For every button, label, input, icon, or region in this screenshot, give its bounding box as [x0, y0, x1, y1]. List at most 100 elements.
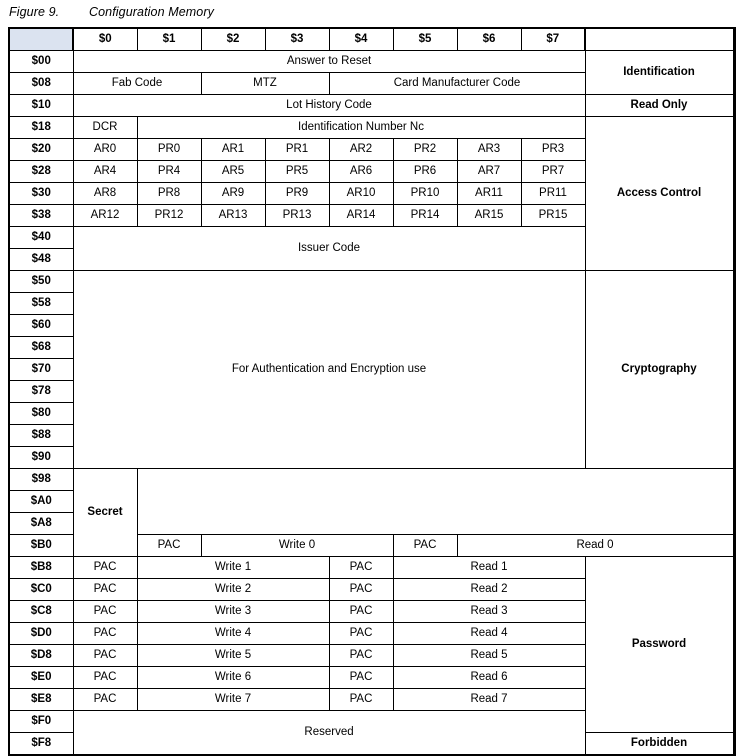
data-cell: Write 0	[200, 534, 394, 557]
address-cell-D8: $D8	[8, 644, 74, 667]
data-cell: AR13	[200, 204, 266, 227]
data-cell: PR7	[520, 160, 586, 183]
address-cell-40: $40	[8, 226, 74, 249]
address-cell-98: $98	[8, 468, 74, 491]
data-cell: Read 2	[392, 578, 586, 601]
figure-number: Figure 9.	[9, 5, 60, 19]
figure-title: Configuration Memory	[89, 5, 214, 19]
address-cell-70: $70	[8, 358, 74, 381]
data-cell: AR7	[456, 160, 522, 183]
address-cell-78: $78	[8, 380, 74, 403]
address-cell-00: $00	[8, 50, 74, 73]
data-cell: PAC	[72, 578, 138, 601]
address-cell-90: $90	[8, 446, 74, 469]
address-cell-88: $88	[8, 424, 74, 447]
address-cell-80: $80	[8, 402, 74, 425]
address-cell-A8: $A8	[8, 512, 74, 535]
column-header-byte-5: $5	[392, 27, 458, 51]
data-cell: AR10	[328, 182, 394, 205]
header-corner-cell	[8, 27, 74, 51]
data-cell: Write 2	[136, 578, 330, 601]
address-cell-C0: $C0	[8, 578, 74, 601]
data-cell: PR2	[392, 138, 458, 161]
address-cell-10: $10	[8, 94, 74, 117]
data-cell: AR6	[328, 160, 394, 183]
address-cell-B8: $B8	[8, 556, 74, 579]
data-cell: AR4	[72, 160, 138, 183]
table-row: $98 Secret	[8, 468, 735, 557]
data-cell: For Authentication and Encryption use	[732, 446, 736, 535]
data-cell: Read 6	[392, 666, 586, 689]
table-row: $50 For Authentication and Encryption use…	[8, 270, 735, 469]
data-cell: PR3	[520, 138, 586, 161]
data-cell: PR4	[136, 160, 202, 183]
table-row: $00 Answer to Reset Identification	[8, 50, 735, 95]
data-cell: PR11	[520, 182, 586, 205]
data-cell: Issuer Code	[72, 226, 586, 271]
data-cell: PAC	[328, 556, 394, 579]
data-cell: MTZ	[200, 72, 330, 95]
column-header-byte-6: $6	[456, 27, 522, 51]
address-cell-C8: $C8	[8, 600, 74, 623]
data-cell: PR6	[392, 160, 458, 183]
column-header-byte-0: $0	[72, 27, 138, 51]
address-cell-E8: $E8	[8, 688, 74, 711]
zone-label-cryptography: Cryptography	[584, 270, 734, 469]
data-cell: PR5	[264, 160, 330, 183]
data-cell: PAC	[328, 622, 394, 645]
zone-label-read-only: Read Only	[584, 94, 734, 117]
address-cell-F0: $F0	[8, 710, 74, 733]
data-cell: PR15	[520, 204, 586, 227]
address-cell-38: $38	[8, 204, 74, 227]
data-cell: Write 3	[136, 600, 330, 623]
address-cell-28: $28	[8, 160, 74, 183]
data-cell: Write 5	[136, 644, 330, 667]
data-cell: PAC	[328, 600, 394, 623]
address-cell-60: $60	[8, 314, 74, 337]
column-header-byte-3: $3	[264, 27, 330, 51]
column-header-byte-2: $2	[200, 27, 266, 51]
address-cell-D0: $D0	[8, 622, 74, 645]
data-cell: Write 6	[136, 666, 330, 689]
data-cell: Identification Number Nc	[136, 116, 586, 139]
data-cell: PR12	[136, 204, 202, 227]
data-cell: PR9	[264, 182, 330, 205]
data-cell: PAC	[328, 688, 394, 711]
configuration-memory-table: $0 $1 $2 $3 $4 $5 $6 $7 $00 Answer to Reset Identi…	[8, 27, 736, 756]
data-cell: DCR	[72, 116, 138, 139]
data-cell: AR3	[456, 138, 522, 161]
data-cell: Write 1	[136, 556, 330, 579]
data-cell: Write 7	[136, 688, 330, 711]
address-cell-50: $50	[8, 270, 74, 293]
data-cell: PAC	[328, 666, 394, 689]
data-cell: Read 7	[392, 688, 586, 711]
data-cell: PR10	[392, 182, 458, 205]
data-cell: PAC	[72, 622, 138, 645]
zone-label-forbidden: Forbidden	[584, 732, 734, 756]
configuration-memory-table-wrap: $0 $1 $2 $3 $4 $5 $6 $7 $00 Answer to Reset Identi…	[8, 27, 736, 756]
data-cell: Reserved	[72, 710, 586, 756]
data-cell: Card Manufacturer Code	[328, 72, 586, 95]
data-cell: Read 4	[392, 622, 586, 645]
data-cell: PR8	[136, 182, 202, 205]
data-cell: Read 5	[392, 644, 586, 667]
data-cell: PAC	[72, 644, 138, 667]
data-cell: PAC	[328, 578, 394, 601]
table-row: $18 DCR Identification Number Nc Access Con…	[8, 116, 735, 271]
zone-label-identification: Identification	[584, 50, 734, 95]
figure-page: Figure 9. Configuration Memory $0 $1 $2 $3 $4…	[0, 0, 744, 756]
data-cell: PAC	[72, 556, 138, 579]
figure-caption: Figure 9. Configuration Memory	[9, 5, 214, 19]
data-cell: AR14	[328, 204, 394, 227]
data-cell: PAC	[72, 600, 138, 623]
data-cell: PAC	[328, 644, 394, 667]
data-cell: AR2	[328, 138, 394, 161]
data-cell: AR15	[456, 204, 522, 227]
data-cell: AR9	[200, 182, 266, 205]
data-cell: PR14	[392, 204, 458, 227]
address-cell-B0: $B0	[8, 534, 74, 557]
address-cell-A0: $A0	[8, 490, 74, 513]
data-cell: PAC	[392, 534, 458, 557]
table-header-row: $0 $1 $2 $3 $4 $5 $6 $7	[8, 27, 735, 51]
address-cell-58: $58	[8, 292, 74, 315]
